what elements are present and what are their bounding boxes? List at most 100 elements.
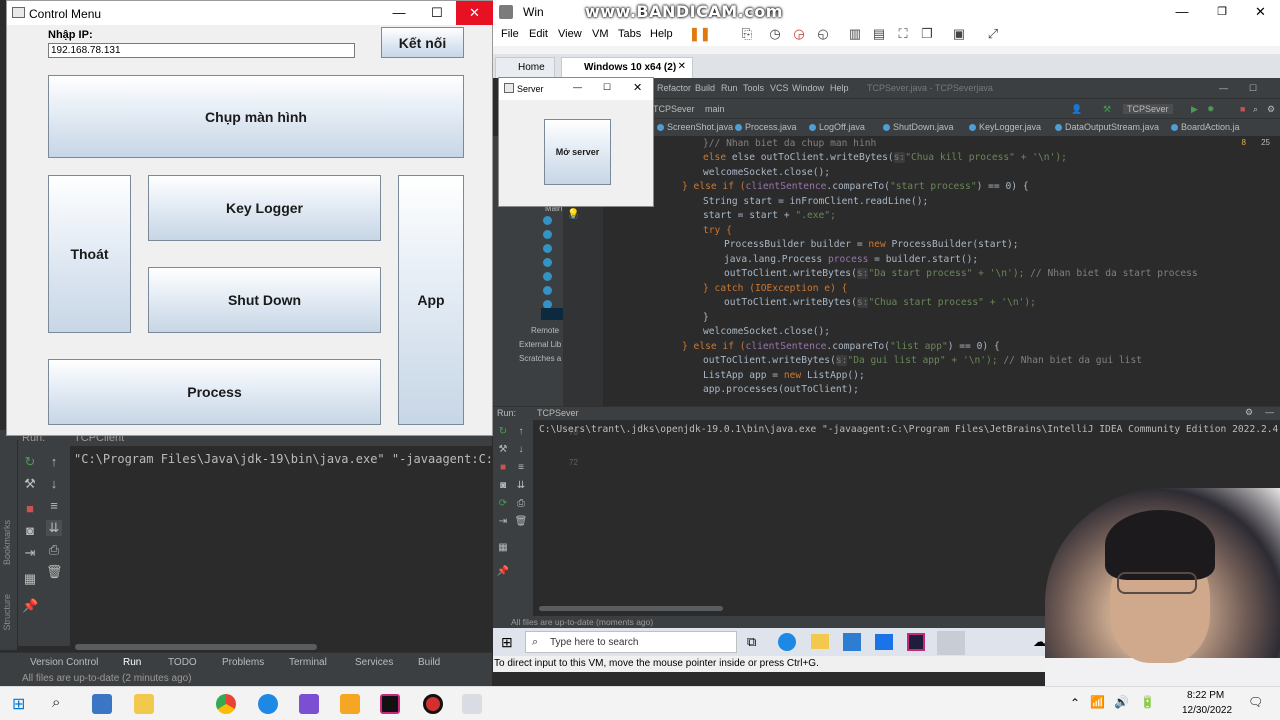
structure-tool-label[interactable]: Structure (2, 594, 12, 631)
fullscreen-icon[interactable]: ⛶ (895, 26, 911, 42)
ide-up-icon[interactable]: ↑ (513, 424, 529, 440)
server-titlebar[interactable]: Server — ☐ ✕ (499, 78, 653, 100)
project-item-scratches[interactable]: Scratches a (519, 354, 561, 363)
unity-icon[interactable]: ❐ (919, 26, 935, 42)
file-tab-boardaction[interactable]: BoardAction.ja (1171, 122, 1267, 132)
print-icon[interactable]: ⎙ (46, 542, 62, 558)
warning-count[interactable]: 8 (1242, 138, 1246, 147)
vm-edge-icon[interactable] (778, 633, 796, 651)
tool-todo[interactable]: TODO (168, 657, 197, 668)
trash-icon[interactable]: 🗑 (46, 564, 63, 580)
structure-side-label[interactable]: Bookmarks (2, 520, 12, 565)
visual-studio-icon[interactable] (299, 694, 319, 714)
menu-tabs[interactable]: Tabs (618, 28, 641, 40)
host-console-scrollbar[interactable] (75, 644, 317, 650)
keylogger-button[interactable]: Key Logger (148, 175, 381, 241)
ide-stop-icon[interactable]: ■ (1240, 104, 1245, 114)
pause-icon[interactable]: ❚❚ (689, 26, 711, 42)
project-item-external-libs[interactable]: External Lib (519, 340, 561, 349)
file-tab-process[interactable]: Process.java (735, 122, 797, 132)
ide-menu-refactor[interactable]: Refactor (657, 83, 691, 93)
ide-restore-icon[interactable]: ⟳ (495, 496, 511, 512)
start-icon[interactable]: ⊞ (12, 694, 25, 714)
ide-search-icon[interactable]: ⌕ (1253, 104, 1258, 115)
maximize-button[interactable]: ☐ (418, 1, 456, 25)
menu-vm[interactable]: VM (592, 28, 609, 40)
clock-date[interactable]: 12/30/2022 (1182, 705, 1232, 716)
vm-intellij-icon[interactable] (907, 633, 925, 651)
run-config-dropdown[interactable]: TCPSever (1123, 104, 1173, 114)
snapshot-manager-icon[interactable]: ◵ (815, 26, 831, 42)
start-server-button[interactable]: Mở server (544, 119, 611, 185)
ide-run-settings-icon[interactable]: ⚙ (1245, 407, 1253, 418)
up-arrow-icon[interactable]: ↑ (46, 454, 62, 470)
file-explorer-icon[interactable] (134, 694, 154, 714)
ide-wrap-icon[interactable]: ≡ (513, 460, 529, 476)
layout-icon[interactable]: ▦ (22, 571, 38, 587)
file-tab-keylogger[interactable]: KeyLogger.java (969, 122, 1041, 132)
wifi-icon[interactable]: 📶 (1090, 695, 1105, 709)
send-keys-icon[interactable]: ⎘ (739, 26, 755, 42)
server-maximize-button[interactable]: ☐ (603, 82, 611, 93)
lightbulb-icon[interactable]: 💡 (567, 209, 579, 220)
ide-layout-icon[interactable]: ▦ (495, 540, 511, 556)
app-button[interactable]: App (398, 175, 464, 425)
vmware-taskbar-icon[interactable] (340, 694, 360, 714)
ide-rerun-icon[interactable]: ↻ (495, 424, 511, 440)
connect-button[interactable]: Kết nối (381, 27, 464, 58)
wrench-icon[interactable]: ⚒ (22, 476, 38, 492)
server-close-button[interactable]: ✕ (633, 81, 642, 94)
tab-home[interactable]: Home (495, 57, 555, 78)
screenshot-button[interactable]: Chụp màn hình (48, 75, 464, 158)
ide-console-scrollbar[interactable] (539, 606, 723, 611)
vm-explorer-icon[interactable] (811, 634, 829, 649)
ide-menu-vcs[interactable]: VCS (770, 83, 789, 93)
menu-file[interactable]: File (501, 28, 519, 40)
clock-time[interactable]: 8:22 PM (1187, 690, 1224, 701)
snapshot-icon[interactable]: ◷ (767, 26, 783, 42)
vm-store-icon[interactable] (843, 633, 861, 651)
file-tab-logoff[interactable]: LogOff.java (809, 122, 865, 132)
scroll-to-end-icon[interactable]: ⇊ (46, 520, 62, 536)
tool-terminal[interactable]: Terminal (289, 657, 327, 668)
task-view-icon[interactable] (92, 694, 112, 714)
tool-run[interactable]: Run (123, 657, 141, 668)
server-minimize-button[interactable]: — (573, 82, 582, 92)
breadcrumb-method[interactable]: main (705, 104, 725, 114)
ide-scroll-end-icon[interactable]: ⇊ (513, 478, 529, 494)
vm-search-box[interactable]: ⌕ Type here to search (525, 631, 737, 653)
breadcrumb-class[interactable]: TCPSever (653, 104, 695, 114)
ide-trash-icon[interactable]: 🗑 (513, 514, 529, 530)
pin-icon[interactable]: 📌 (22, 598, 38, 614)
ide-down-icon[interactable]: ↓ (513, 442, 529, 458)
ide-menu-run[interactable]: Run (721, 83, 738, 93)
notification-icon[interactable]: 🗨 (1248, 695, 1263, 709)
vm-mail-icon[interactable] (875, 634, 893, 650)
selected-project-item[interactable] (541, 308, 563, 320)
ide-minimize[interactable]: — (1219, 83, 1228, 93)
exit-icon[interactable]: ⇥ (22, 545, 38, 561)
debug-icon[interactable]: ✹ (1207, 104, 1215, 115)
hammer-icon[interactable]: ⚒ (1103, 104, 1111, 115)
ide-menu-tools[interactable]: Tools (743, 83, 764, 93)
stop-icon[interactable]: ■ (22, 501, 38, 517)
ide-menu-window[interactable]: Window (792, 83, 824, 93)
ide-stop-run-icon[interactable]: ■ (495, 460, 511, 476)
ide-menu-help[interactable]: Help (830, 83, 849, 93)
ide-print-icon[interactable]: ⎙ (513, 496, 529, 512)
ide-camera-icon[interactable]: ◙ (495, 478, 511, 494)
ide-wrench-icon[interactable]: ⚒ (495, 442, 511, 458)
java-taskbar-icon[interactable] (462, 694, 482, 714)
tray-overflow-icon[interactable]: ⌃ (1070, 696, 1080, 710)
minimize-button[interactable]: — (380, 1, 418, 25)
bandicam-taskbar-icon[interactable] (423, 694, 443, 714)
close-button[interactable]: ✕ (456, 1, 493, 25)
project-item-remote[interactable]: Remote (531, 326, 559, 335)
ide-maximize[interactable]: ☐ (1249, 83, 1257, 94)
run-icon[interactable]: ▶ (1191, 104, 1198, 115)
chrome-icon[interactable] (216, 694, 236, 714)
vm-close-button[interactable]: ✕ (1241, 0, 1280, 24)
tool-problems[interactable]: Problems (222, 657, 264, 668)
vm-java-app-icon[interactable] (937, 631, 965, 655)
file-tab-screenshot[interactable]: ScreenShot.java (657, 122, 733, 132)
